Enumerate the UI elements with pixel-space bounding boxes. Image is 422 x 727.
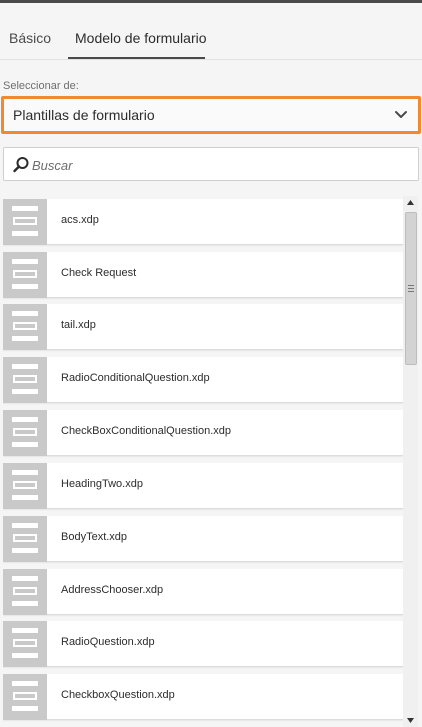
template-name: CheckboxQuestion.xdp — [61, 689, 175, 701]
scrollbar-thumb[interactable] — [405, 212, 417, 365]
template-name: CheckBoxConditionalQuestion.xdp — [61, 425, 231, 437]
document-lines-icon — [3, 569, 47, 615]
tab-basico[interactable]: Básico — [9, 29, 51, 47]
template-name: BodyText.xdp — [61, 531, 128, 543]
grip-lines-icon — [408, 285, 414, 294]
tab-bar: Básico Modelo de formulario — [0, 3, 422, 60]
scroll-up-arrow-icon[interactable] — [403, 196, 418, 210]
scroll-down-arrow-icon[interactable] — [403, 713, 418, 727]
chevron-down-icon — [395, 111, 407, 118]
template-item[interactable]: CheckBoxConditionalQuestion.xdp — [3, 410, 403, 456]
template-item[interactable]: Check Request — [3, 252, 403, 298]
template-name: RadioConditionalQuestion.xdp — [61, 372, 210, 384]
document-lines-icon — [3, 410, 47, 456]
list-scrollbar[interactable] — [403, 196, 418, 727]
template-item[interactable]: tail.xdp — [3, 304, 403, 350]
search-input[interactable] — [32, 154, 402, 176]
source-label: Seleccionar de: — [3, 80, 79, 92]
template-name: AddressChooser.xdp — [61, 584, 164, 596]
document-lines-icon — [3, 621, 47, 667]
document-lines-icon — [3, 357, 47, 403]
template-name: Check Request — [61, 267, 137, 279]
template-item[interactable]: BodyText.xdp — [3, 516, 403, 562]
search-icon — [13, 157, 29, 173]
template-name: RadioQuestion.xdp — [61, 636, 155, 648]
source-dropdown-value: Plantillas de formulario — [13, 107, 155, 123]
document-lines-icon — [3, 304, 47, 350]
document-lines-icon — [3, 674, 47, 720]
template-item[interactable]: RadioQuestion.xdp — [3, 621, 403, 667]
document-lines-icon — [3, 463, 47, 509]
template-item[interactable]: AddressChooser.xdp — [3, 569, 403, 615]
tab-modelo-de-formulario[interactable]: Modelo de formulario — [75, 29, 207, 47]
document-lines-icon — [3, 199, 47, 245]
document-lines-icon — [3, 516, 47, 562]
template-item[interactable]: HeadingTwo.xdp — [3, 463, 403, 509]
template-list: acs.xdp Check Request tail.xdp RadioCond… — [3, 199, 403, 727]
template-name: tail.xdp — [61, 319, 96, 331]
active-tab-indicator — [68, 57, 205, 59]
template-name: acs.xdp — [61, 214, 99, 226]
template-item[interactable]: acs.xdp — [3, 199, 403, 245]
source-dropdown[interactable]: Plantillas de formulario — [1, 96, 421, 134]
search-box[interactable] — [3, 147, 419, 181]
template-item[interactable]: RadioConditionalQuestion.xdp — [3, 357, 403, 403]
template-name: HeadingTwo.xdp — [61, 478, 143, 490]
template-item[interactable]: CheckboxQuestion.xdp — [3, 674, 403, 720]
document-lines-icon — [3, 252, 47, 298]
